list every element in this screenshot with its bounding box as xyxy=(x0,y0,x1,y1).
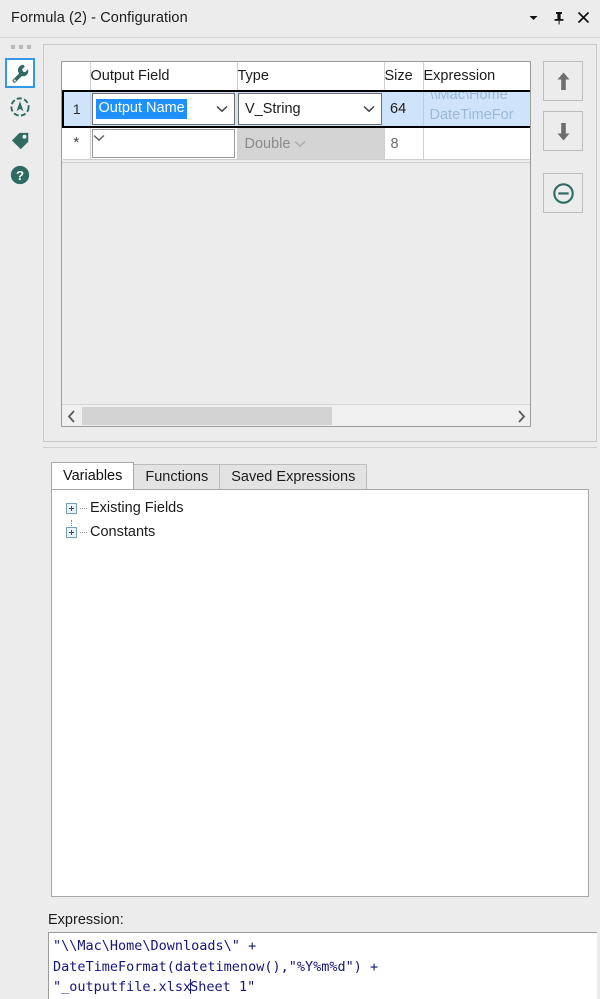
variables-tree[interactable]: Existing Fields Constants xyxy=(51,489,589,897)
tag-icon xyxy=(9,130,31,152)
expression-line-3a: "_outputfile.xlsx xyxy=(53,979,192,995)
chevron-down-icon xyxy=(294,136,306,152)
pin-icon[interactable] xyxy=(550,8,567,27)
formula-configuration-window: Formula (2) - Configuration ? Output Fie… xyxy=(0,0,600,999)
scrollbar-thumb[interactable] xyxy=(82,407,332,425)
grid-side-buttons xyxy=(543,61,583,223)
arrow-up-icon xyxy=(555,71,572,92)
sidebar-item-configuration[interactable] xyxy=(5,58,35,88)
expression-line-3b: Sheet 1" xyxy=(190,979,256,995)
output-fields-grid[interactable]: Output Field Type Size Expression 1 Outp… xyxy=(61,61,531,427)
icon-rail: ? xyxy=(0,38,40,999)
move-up-button[interactable] xyxy=(543,61,583,101)
svg-text:?: ? xyxy=(16,168,24,183)
tab-saved-expressions[interactable]: Saved Expressions xyxy=(219,464,368,489)
grid-empty-area xyxy=(62,162,530,404)
chevron-down-icon[interactable] xyxy=(216,101,228,117)
type-value: V_String xyxy=(245,101,301,117)
close-icon[interactable] xyxy=(575,8,592,27)
tree-connector xyxy=(80,531,87,533)
output-field-cell[interactable]: Output Name xyxy=(90,90,237,128)
variables-panel: Variables Functions Saved Expressions Ex… xyxy=(43,453,597,908)
col-header-output-field[interactable]: Output Field xyxy=(90,62,238,92)
expression-cell-text: \\Mac\Home DateTimeFor xyxy=(429,91,514,125)
plus-expander-icon[interactable] xyxy=(66,526,77,538)
type-cell[interactable]: V_String xyxy=(237,90,384,128)
configuration-content: Output Field Type Size Expression 1 Outp… xyxy=(40,38,600,999)
expression-cell[interactable] xyxy=(423,127,530,160)
arrow-down-icon xyxy=(555,121,572,142)
chevron-down-icon[interactable] xyxy=(363,101,375,117)
grid-header-row: Output Field Type Size Expression xyxy=(63,62,530,92)
caret-down-icon[interactable] xyxy=(525,8,542,27)
tab-variables[interactable]: Variables xyxy=(51,462,135,489)
expression-label: Expression: xyxy=(48,912,124,928)
expression-cell-line1: \\Mac\Home xyxy=(429,91,508,103)
expression-cell[interactable]: \\Mac\Home DateTimeFor xyxy=(423,90,530,128)
wrench-icon xyxy=(10,63,31,84)
tab-functions[interactable]: Functions xyxy=(133,464,221,489)
table-row[interactable]: * Double 8 xyxy=(63,127,530,160)
sidebar-item-annotation[interactable] xyxy=(5,92,35,122)
plus-expander-icon[interactable] xyxy=(66,502,77,514)
sidebar-item-help[interactable]: ? xyxy=(5,160,35,190)
title-bar: Formula (2) - Configuration xyxy=(0,0,600,38)
expression-text: "\\Mac\Home\Downloads\" + DateTimeFormat… xyxy=(53,936,597,998)
tree-item-label: Existing Fields xyxy=(90,500,184,516)
size-cell[interactable]: 64 xyxy=(384,90,424,128)
col-header-expression[interactable]: Expression xyxy=(423,62,530,92)
expression-line-2: DateTimeFormat(datetimenow(),"%Y%m%d") + xyxy=(53,958,379,975)
rail-drag-handle[interactable] xyxy=(11,45,31,49)
tree-item-constants[interactable]: Constants xyxy=(52,520,588,544)
expression-editor-panel: Expression: "\\Mac\Home\Downloads\" + Da… xyxy=(43,910,597,999)
output-field-cell[interactable] xyxy=(90,127,238,160)
output-field-combobox[interactable]: Output Name xyxy=(91,93,235,125)
chevron-down-icon[interactable] xyxy=(92,130,105,146)
new-row-indicator: * xyxy=(63,127,91,160)
size-cell: 8 xyxy=(384,127,424,160)
compass-icon xyxy=(9,96,31,118)
chevron-left-icon[interactable] xyxy=(62,405,80,426)
output-fields-panel: Output Field Type Size Expression 1 Outp… xyxy=(43,44,597,442)
window-controls xyxy=(525,8,592,27)
tree-connector xyxy=(80,507,87,509)
output-field-value: Output Name xyxy=(95,99,187,119)
remove-button[interactable] xyxy=(543,173,583,213)
row-number: 1 xyxy=(62,90,91,128)
grid-horizontal-scrollbar[interactable] xyxy=(62,404,530,426)
tree-item-existing-fields[interactable]: Existing Fields xyxy=(52,496,588,534)
expression-input[interactable]: "\\Mac\Home\Downloads\" + DateTimeFormat… xyxy=(48,932,597,999)
type-value: Double xyxy=(244,135,291,152)
tree-item-label: Constants xyxy=(90,524,156,540)
move-down-button[interactable] xyxy=(543,111,583,151)
output-field-combobox[interactable] xyxy=(91,129,235,158)
sidebar-item-labels[interactable] xyxy=(5,126,35,156)
col-header-size[interactable]: Size xyxy=(384,62,424,92)
minus-circle-icon xyxy=(552,182,575,205)
page-title: Formula (2) - Configuration xyxy=(11,10,188,26)
table-row[interactable]: 1 Output Name V_String 64 \\Mac\Home Dat… xyxy=(62,90,530,128)
chevron-right-icon[interactable] xyxy=(512,405,530,426)
grid-table: Output Field Type Size Expression 1 Outp… xyxy=(62,62,530,160)
expression-line-1: "\\Mac\Home\Downloads\" + xyxy=(53,938,257,954)
expression-cell-line2: DateTimeFor xyxy=(429,107,514,123)
help-icon: ? xyxy=(9,164,31,186)
type-cell: Double xyxy=(237,127,385,160)
type-combobox[interactable]: V_String xyxy=(238,93,382,125)
panel-splitter[interactable] xyxy=(43,447,597,448)
col-header-type[interactable]: Type xyxy=(237,62,385,92)
variables-tabstrip: Variables Functions Saved Expressions xyxy=(51,462,368,489)
col-header-rownum xyxy=(63,62,91,92)
